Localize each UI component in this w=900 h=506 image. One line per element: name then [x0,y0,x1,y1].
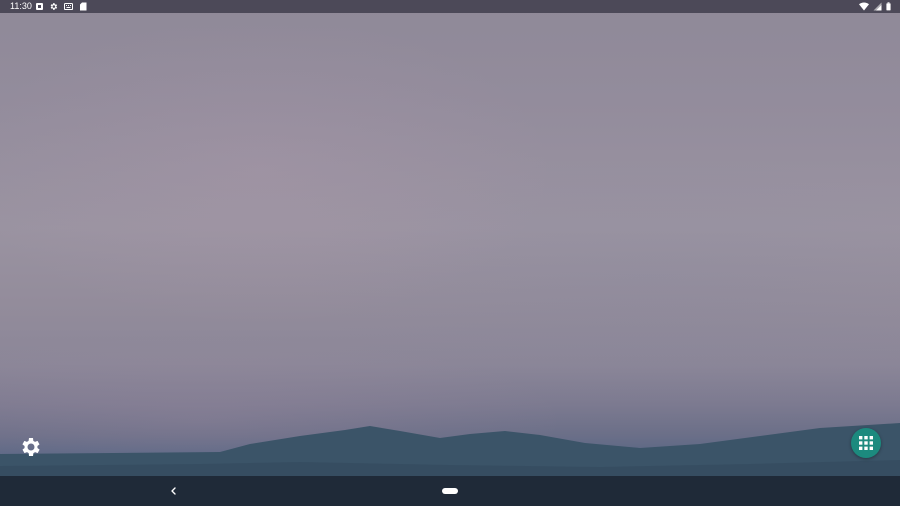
status-time: 11:30 [10,1,32,11]
battery-icon [886,2,891,11]
notification-icons [35,2,88,11]
keyboard-icon [63,2,74,11]
home-screen: 11:30 [0,0,900,506]
back-icon [166,485,180,502]
back-button[interactable] [166,484,180,498]
sd-card-icon [79,2,88,11]
home-pill[interactable] [442,488,458,494]
cell-signal-icon [873,2,882,11]
wifi-icon [859,2,869,11]
navigation-bar [0,476,900,506]
settings-button[interactable] [18,435,42,459]
gear-icon [49,2,58,11]
notification-square-icon [35,2,44,11]
mountain-silhouette [0,423,900,480]
all-apps-button[interactable] [851,428,881,458]
system-icons [859,2,891,11]
status-bar: 11:30 [0,0,900,13]
gear-icon [18,438,42,463]
